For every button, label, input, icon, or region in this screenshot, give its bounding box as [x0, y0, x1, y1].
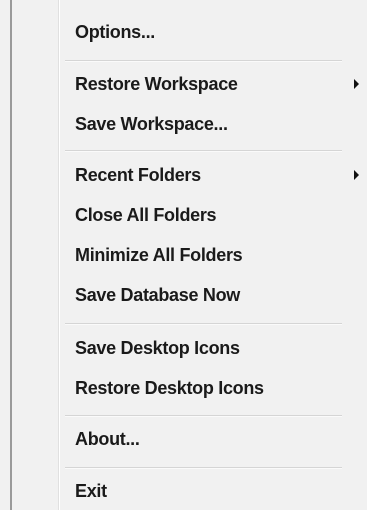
menu-left-edge	[10, 0, 12, 510]
menu-item-save-database-now[interactable]: Save Database Now	[60, 275, 367, 315]
menu-icon-gutter	[0, 0, 58, 510]
menu-separator	[65, 60, 342, 62]
menu-separator	[65, 415, 342, 417]
menu-item-restore-workspace[interactable]: Restore Workspace	[60, 64, 367, 104]
submenu-arrow-icon	[354, 170, 359, 180]
menu-item-save-workspace[interactable]: Save Workspace...	[60, 104, 367, 144]
menu-separator	[65, 467, 342, 469]
menu-item-exit[interactable]: Exit	[60, 471, 367, 510]
menu-separator	[65, 150, 342, 152]
menu-item-label: Save Desktop Icons	[75, 337, 240, 358]
menu-item-label: Exit	[75, 480, 107, 501]
menu-item-minimize-all-folders[interactable]: Minimize All Folders	[60, 235, 367, 275]
submenu-arrow-icon	[354, 79, 359, 89]
menu-item-options[interactable]: Options...	[60, 12, 367, 52]
menu-item-restore-desktop-icons[interactable]: Restore Desktop Icons	[60, 368, 367, 408]
menu-item-label: Save Workspace...	[75, 113, 228, 134]
menu-item-label: Save Database Now	[75, 284, 240, 305]
menu-item-about[interactable]: About...	[60, 419, 367, 459]
menu-separator	[65, 323, 342, 325]
menu-item-label: Recent Folders	[75, 164, 201, 185]
menu-item-label: Close All Folders	[75, 204, 217, 225]
menu-item-label: Restore Workspace	[75, 73, 238, 94]
context-menu: Options... Restore Workspace Save Worksp…	[0, 0, 367, 510]
menu-item-label: Restore Desktop Icons	[75, 377, 264, 398]
menu-item-label: Minimize All Folders	[75, 244, 243, 265]
menu-item-close-all-folders[interactable]: Close All Folders	[60, 195, 367, 235]
menu-item-label: Options...	[75, 21, 155, 42]
menu-item-recent-folders[interactable]: Recent Folders	[60, 155, 367, 195]
menu-item-save-desktop-icons[interactable]: Save Desktop Icons	[60, 328, 367, 368]
menu-item-label: About...	[75, 428, 140, 449]
